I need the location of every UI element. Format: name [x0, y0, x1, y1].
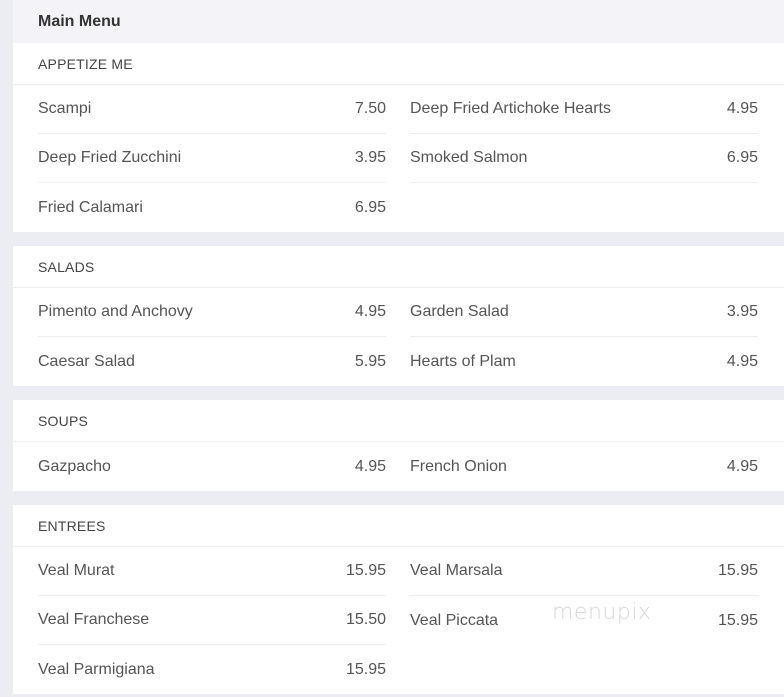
menu-item: Gazpacho 4.95 — [38, 442, 386, 491]
section-salads: SALADS Pimento and Anchovy 4.95 Garden S… — [13, 246, 784, 386]
item-name: Hearts of Plam — [410, 352, 516, 370]
menu-item: Hearts of Plam 4.95 — [410, 337, 758, 386]
item-grid: Pimento and Anchovy 4.95 Garden Salad 3.… — [13, 288, 784, 386]
menu-item: Scampi 7.50 — [38, 85, 386, 134]
menu-item: Fried Calamari 6.95 — [38, 183, 386, 232]
item-name: Veal Parmigiana — [38, 660, 155, 678]
item-name: Veal Piccata — [410, 611, 499, 629]
item-price: 5.95 — [354, 352, 386, 370]
item-price: 15.95 — [345, 562, 386, 579]
item-price: 15.95 — [717, 562, 758, 579]
item-price: 7.50 — [354, 100, 386, 117]
menu-item: Pimento and Anchovy 4.95 — [38, 288, 386, 337]
menu-item: Veal Parmigiana 15.95 — [38, 645, 386, 694]
section-title: APPETIZE ME — [13, 43, 784, 85]
menu-item: Garden Salad 3.95 — [410, 288, 758, 337]
item-name: Veal Murat — [38, 562, 115, 579]
menu-item: Veal Murat 15.95 — [38, 547, 386, 596]
item-grid: Gazpacho 4.95 French Onion 4.95 — [13, 442, 784, 491]
item-price: 4.95 — [354, 303, 386, 320]
item-price: 3.95 — [354, 149, 386, 166]
item-name: Veal Marsala — [410, 562, 503, 579]
menu-header: Main Menu — [13, 0, 784, 43]
item-price: 3.95 — [726, 303, 758, 320]
menu-item: Deep Fried Zucchini 3.95 — [38, 134, 386, 183]
menu-item: Veal Piccata 15.95 — [410, 596, 758, 645]
menu-item: French Onion 4.95 — [410, 442, 758, 491]
item-price: 6.95 — [354, 198, 386, 216]
item-price: 6.95 — [726, 149, 758, 166]
item-grid: Veal Murat 15.95 Veal Marsala 15.95 Veal… — [13, 547, 784, 694]
item-name: Pimento and Anchovy — [38, 303, 193, 320]
section-soups: SOUPS Gazpacho 4.95 French Onion 4.95 — [13, 400, 784, 491]
item-name: Scampi — [38, 100, 92, 117]
item-price: 4.95 — [354, 457, 386, 475]
item-name: Veal Franchese — [38, 611, 150, 628]
section-entrees: ENTREES Veal Murat 15.95 Veal Marsala 15… — [13, 505, 784, 694]
menu-item: Deep Fried Artichoke Hearts 4.95 — [410, 85, 758, 134]
section-title: SOUPS — [13, 400, 784, 442]
section-appetizers: APPETIZE ME Scampi 7.50 Deep Fried Artic… — [13, 43, 784, 232]
item-price: 4.95 — [726, 100, 758, 117]
item-grid: Scampi 7.50 Deep Fried Artichoke Hearts … — [13, 85, 784, 232]
item-name: Smoked Salmon — [410, 149, 528, 166]
menu-item: Smoked Salmon 6.95 — [410, 134, 758, 183]
menu-item: Veal Marsala 15.95 — [410, 547, 758, 596]
item-price: 15.95 — [345, 660, 386, 678]
section-title: ENTREES — [13, 505, 784, 547]
menu-item: Veal Franchese 15.50 — [38, 596, 386, 645]
item-price: 4.95 — [726, 457, 758, 475]
menu-item: Caesar Salad 5.95 — [38, 337, 386, 386]
item-name: Deep Fried Artichoke Hearts — [410, 100, 611, 117]
item-price: 15.50 — [345, 611, 386, 628]
item-price: 4.95 — [726, 352, 758, 370]
menu-container: Main Menu APPETIZE ME Scampi 7.50 Deep F… — [13, 0, 784, 694]
item-name: Gazpacho — [38, 457, 111, 475]
item-name: Caesar Salad — [38, 352, 135, 370]
item-price: 15.95 — [717, 611, 758, 629]
menu-title: Main Menu — [38, 12, 121, 30]
item-name: Deep Fried Zucchini — [38, 149, 182, 166]
item-name: French Onion — [410, 457, 507, 475]
item-name: Fried Calamari — [38, 198, 143, 216]
section-title: SALADS — [13, 246, 784, 288]
item-name: Garden Salad — [410, 303, 509, 320]
